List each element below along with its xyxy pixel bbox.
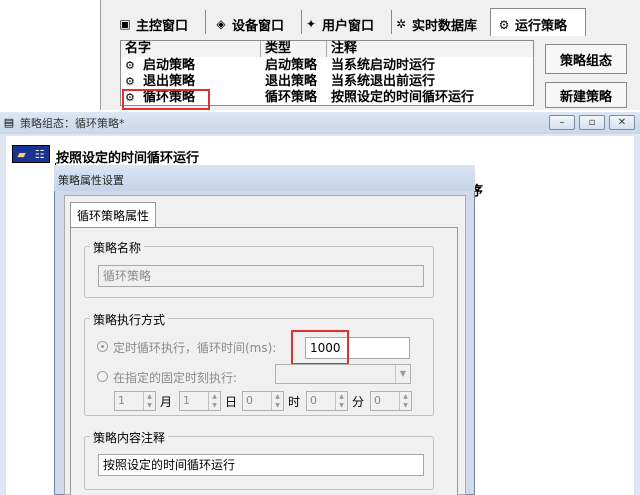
dialog-title: 策略属性设置 [58, 174, 124, 187]
timed-loop-radio[interactable] [97, 341, 108, 352]
strategy-config-button[interactable]: 策略组态 [545, 44, 627, 74]
tree-node-label[interactable]: 按照设定的时间循环运行 [56, 147, 199, 166]
unit-label: 日 [225, 395, 238, 409]
highlight-box [122, 89, 210, 110]
fixed-time-label: 在指定的固定时刻执行: [113, 371, 238, 385]
main-window-icon: ▣ [119, 17, 131, 31]
close-button[interactable]: ✕ [609, 115, 635, 130]
tab-main-window[interactable]: ▣ 主控窗口 [112, 10, 206, 34]
device-icon: ◈ [216, 17, 226, 31]
tab-user-window[interactable]: ✦ 用户窗口 [298, 10, 392, 34]
strategy-icon: ⚙ [498, 17, 510, 32]
user-window-icon: ✦ [305, 17, 317, 31]
strategy-note-field[interactable]: 按照设定的时间循环运行 [98, 454, 424, 476]
column-header-name[interactable]: 名字 [121, 41, 261, 57]
tab-device-window[interactable]: ◈ 设备窗口 [208, 10, 302, 34]
window-app-icon: ▤ [3, 116, 15, 129]
highlight-box [291, 330, 349, 365]
list-item[interactable]: ⚙ 退出策略 退出策略 当系统退出前运行 [121, 74, 533, 90]
name-group-label: 策略名称 [90, 239, 145, 256]
strategy-name-field[interactable]: 循环策略 [98, 265, 424, 287]
strategy-icon: ⚙ [125, 75, 135, 88]
new-strategy-button[interactable]: 新建策略 [545, 82, 627, 108]
window-title: 策略组态：循环策略* [20, 117, 125, 130]
unit-label: 月 [160, 395, 173, 409]
chevron-down-icon: ▼ [395, 365, 410, 383]
timed-loop-label: 定时循环执行，循环时间(ms): [113, 341, 277, 355]
unit-label: 时 [288, 395, 301, 409]
list-item[interactable]: ⚙ 启动策略 启动策略 当系统启动时运行 [121, 58, 533, 74]
fixed-time-combo[interactable]: ▼ [275, 364, 411, 384]
tab-loop-strategy-props[interactable]: 循环策略属性 [70, 202, 156, 228]
exec-group-label: 策略执行方式 [90, 311, 169, 328]
strategy-icon: ⚙ [125, 59, 135, 72]
minute-spinner[interactable]: 0 ▲ ▼ [306, 391, 348, 411]
fixed-time-radio[interactable] [97, 371, 108, 382]
note-group-label: 策略内容注释 [90, 429, 169, 446]
tree-icon: ☷ [34, 147, 45, 161]
tab-run-strategy[interactable]: ⚙ 运行策略 [490, 8, 586, 36]
column-header-type[interactable]: 类型 [261, 41, 327, 57]
second-spinner[interactable]: 0 ▲ ▼ [370, 391, 412, 411]
day-spinner[interactable]: 1 ▲ ▼ [179, 391, 221, 411]
folder-icon: ▰ [17, 147, 26, 161]
strategy-tree-node[interactable]: ▰ ☷ [12, 145, 50, 163]
unit-label: 分 [352, 395, 365, 409]
hour-spinner[interactable]: 0 ▲ ▼ [242, 391, 284, 411]
dialog-titlebar[interactable]: 策略属性设置 [54, 165, 475, 191]
tab-realtime-database[interactable]: ✲ 实时数据库 [388, 10, 496, 34]
window-titlebar[interactable]: ▤ 策略组态：循环策略* – ▫ ✕ [0, 112, 640, 134]
month-spinner[interactable]: 1 ▲ ▼ [114, 391, 156, 411]
workbench-tabs: ▣ 主控窗口 ◈ 设备窗口 ✦ 用户窗口 ✲ 实时数据库 ⚙ 运行策略 [112, 8, 636, 36]
minimize-button[interactable]: – [549, 115, 575, 130]
maximize-button[interactable]: ▫ [579, 115, 605, 130]
database-icon: ✲ [395, 17, 407, 31]
column-header-note[interactable]: 注释 [327, 41, 533, 57]
